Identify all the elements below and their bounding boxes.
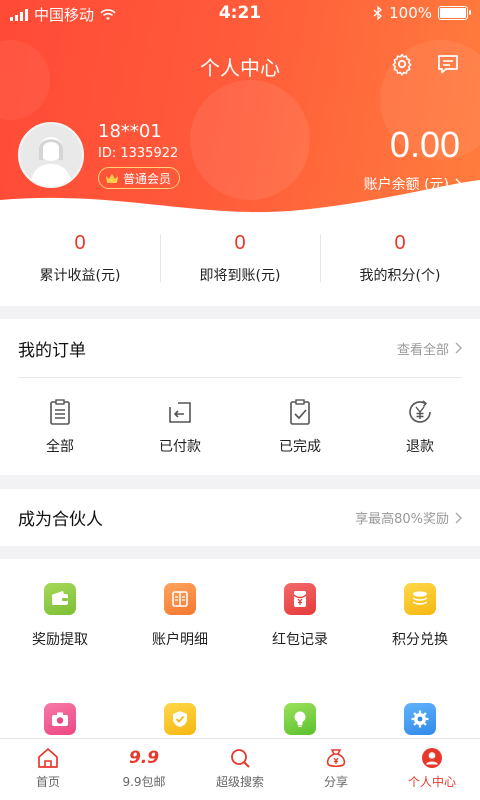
order-status-grid: 全部 已付款 已完成 退款 <box>0 378 480 476</box>
wallet-icon <box>44 583 76 615</box>
tab-label: 超级搜索 <box>215 775 264 789</box>
status-bar: 中国移动 4:21 100% <box>0 0 480 26</box>
balance-label: 账户余额 (元) <box>363 177 449 193</box>
ledger-icon <box>164 583 196 615</box>
stat-value: 0 <box>74 232 86 254</box>
tab-profile[interactable]: 个人中心 <box>384 739 480 800</box>
stat-label: 累计收益(元) <box>39 268 121 284</box>
home-icon <box>38 748 58 768</box>
order-refund-button[interactable]: 退款 <box>360 378 480 476</box>
stat-label: 我的积分(个) <box>359 268 441 284</box>
order-all-button[interactable]: 全部 <box>0 378 120 476</box>
red-packet-icon <box>284 583 316 615</box>
gear-icon <box>392 53 412 76</box>
service-settings[interactable] <box>360 679 480 739</box>
partner-title: 成为合伙人 <box>18 510 103 530</box>
partner-reward-link[interactable]: 享最高80%奖励 <box>355 508 462 527</box>
tab-label: 首页 <box>35 775 60 789</box>
battery-percent: 100% <box>389 4 432 22</box>
user-name: 18**01 <box>98 121 162 142</box>
tab-label: 9.9包邮 <box>122 775 166 789</box>
chevron-right-icon <box>455 178 462 190</box>
stat-total-earnings[interactable]: 0 累计收益(元) <box>0 228 160 306</box>
stat-label: 即将到账(元) <box>199 268 281 284</box>
person-icon <box>422 748 442 768</box>
settings-button[interactable] <box>388 50 416 78</box>
chevron-right-icon <box>455 512 462 523</box>
gear-icon <box>404 703 436 735</box>
service-label: 奖励提取 <box>32 632 88 648</box>
order-item-label: 退款 <box>406 439 434 455</box>
service-red-packet-records[interactable]: 红包记录 <box>240 559 360 679</box>
orders-header: 我的订单 查看全部 <box>0 319 480 377</box>
yuan-refund-icon <box>409 400 431 423</box>
order-item-label: 已付款 <box>159 439 201 455</box>
stat-value: 0 <box>394 232 406 254</box>
profile-header: 中国移动 4:21 100% 个人中心 18**01 ID: 1335922 普… <box>0 0 480 228</box>
bluetooth-icon <box>373 6 383 20</box>
stat-value: 0 <box>234 232 246 254</box>
camera-icon <box>44 703 76 735</box>
service-account-details[interactable]: 账户明细 <box>120 559 240 679</box>
service-label: 账户明细 <box>152 632 208 648</box>
default-avatar-icon <box>20 124 82 186</box>
bottom-tab-bar: 首页 9.9 9.9包邮 超级搜索 分享 个人中心 <box>0 738 480 800</box>
stat-points[interactable]: 0 我的积分(个) <box>320 228 480 306</box>
member-level-label: 普通会员 <box>123 171 172 186</box>
view-all-orders-link[interactable]: 查看全部 <box>397 339 462 358</box>
service-label: 积分兑换 <box>392 632 448 648</box>
partner-row: 成为合伙人 享最高80%奖励 <box>0 489 480 546</box>
service-shield[interactable] <box>120 679 240 739</box>
partner-card[interactable]: 成为合伙人 享最高80%奖励 <box>0 489 480 546</box>
stat-pending[interactable]: 0 即将到账(元) <box>160 228 320 306</box>
avatar[interactable] <box>18 122 84 188</box>
orders-card: 我的订单 查看全部 全部 已付款 已完成 退款 <box>0 319 480 475</box>
orders-title: 我的订单 <box>18 340 86 361</box>
tab-super-search[interactable]: 超级搜索 <box>192 739 288 800</box>
services-grid: 奖励提取 账户明细 红包记录 积分兑换 <box>0 559 480 739</box>
tab-label: 分享 <box>323 775 348 789</box>
tab-label: 个人中心 <box>407 775 456 789</box>
service-points-exchange[interactable]: 积分兑换 <box>360 559 480 679</box>
order-paid-button[interactable]: 已付款 <box>120 378 240 476</box>
shield-check-icon <box>164 703 196 735</box>
user-id: ID: 1335922 <box>98 146 179 161</box>
service-label: 红包记录 <box>272 632 328 648</box>
balance-link[interactable]: 账户余额 (元) <box>364 174 462 194</box>
lightbulb-icon <box>284 703 316 735</box>
partner-reward-label: 享最高80%奖励 <box>355 512 449 527</box>
services-card: 奖励提取 账户明细 红包记录 积分兑换 <box>0 559 480 739</box>
tab-share[interactable]: 分享 <box>288 739 384 800</box>
service-lightbulb[interactable] <box>240 679 360 739</box>
tab-home[interactable]: 首页 <box>0 739 96 800</box>
search-icon <box>231 749 250 768</box>
service-reward-withdraw[interactable]: 奖励提取 <box>0 559 120 679</box>
battery-icon <box>438 6 471 20</box>
tab-free-shipping-mark: 9.9 <box>128 748 160 768</box>
order-completed-button[interactable]: 已完成 <box>240 378 360 476</box>
share-bag-icon <box>326 749 346 768</box>
chevron-right-icon <box>455 342 462 354</box>
order-item-label: 已完成 <box>279 439 321 455</box>
tab-free-shipping[interactable]: 9.9 9.9包邮 <box>96 739 192 800</box>
member-level-badge[interactable]: 普通会员 <box>98 167 181 189</box>
check-clipboard-icon <box>290 399 310 425</box>
return-icon <box>169 402 191 423</box>
earnings-stats: 0 累计收益(元) 0 即将到账(元) 0 我的积分(个) <box>0 228 480 306</box>
order-item-label: 全部 <box>46 439 74 455</box>
crown-icon <box>106 173 118 183</box>
view-all-label: 查看全部 <box>396 342 449 358</box>
coins-icon <box>404 583 436 615</box>
message-icon <box>438 55 458 74</box>
service-camera[interactable] <box>0 679 120 739</box>
clipboard-icon <box>50 399 70 425</box>
balance-amount[interactable]: 0.00 <box>390 124 460 166</box>
messages-button[interactable] <box>434 50 462 78</box>
